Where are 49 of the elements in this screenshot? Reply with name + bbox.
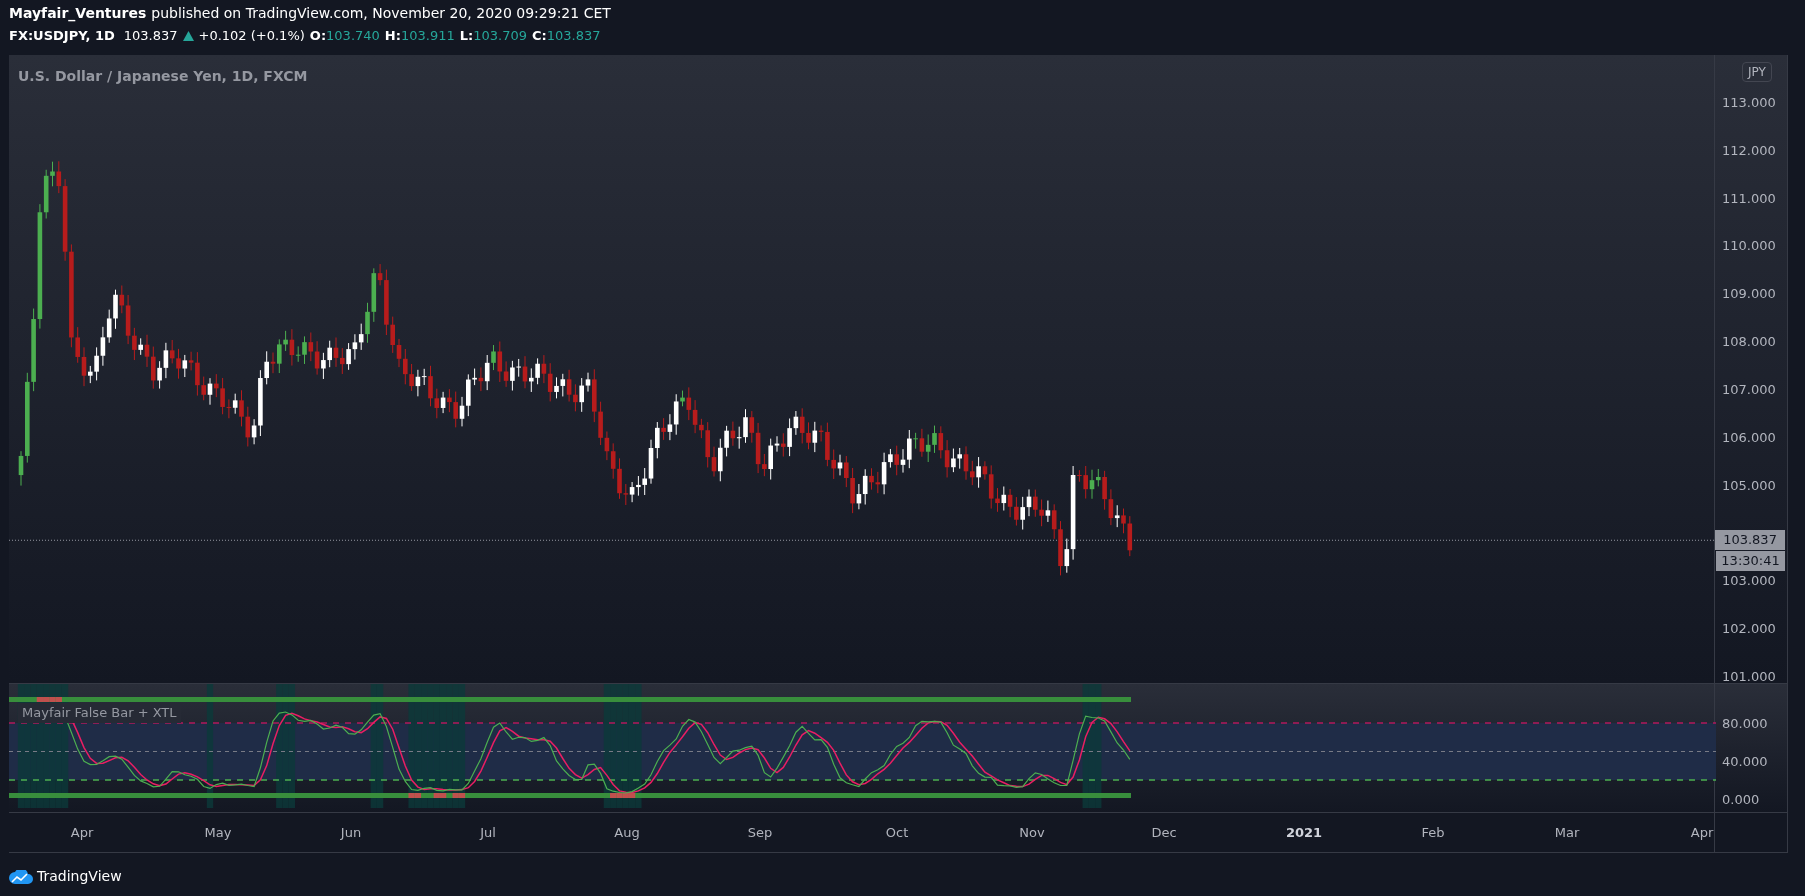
ohlc-value: 103.740 [326, 27, 380, 45]
time-label: May [204, 824, 232, 842]
time-label: Nov [1019, 824, 1045, 842]
ohlc-label: O: [309, 27, 327, 45]
ohlc-value: 103.709 [473, 27, 527, 45]
symbol-name: FX:USDJPY, 1D [9, 27, 115, 45]
cloud-logo-icon [9, 869, 33, 884]
price-tick: 103.000 [1722, 572, 1776, 591]
indicator-tick: 0.000 [1722, 791, 1760, 809]
ohlc-label: H: [384, 27, 401, 45]
price-tick: 107.000 [1722, 380, 1776, 399]
price-tick: 111.000 [1722, 189, 1776, 208]
brand-name: TradingView [37, 867, 122, 886]
time-label: Jul [480, 824, 496, 842]
price-tick: 112.000 [1722, 141, 1776, 160]
last-price: 103.837 [123, 27, 178, 45]
last-price-label: 103.837 [1715, 530, 1786, 550]
price-tick: 108.000 [1722, 333, 1776, 352]
price-tick: 106.000 [1722, 428, 1776, 447]
time-label: Apr [70, 824, 94, 842]
price-tick: 102.000 [1722, 620, 1776, 639]
ohlc-value: 103.837 [546, 27, 601, 45]
price-tick: 113.000 [1722, 94, 1776, 112]
time-label: Jun [340, 824, 362, 842]
price-tick: 110.000 [1722, 237, 1776, 256]
price-change: +0.102 (+0.1%) [198, 27, 305, 45]
ohlc-value: 103.911 [400, 27, 455, 45]
ohlc-label: C: [531, 27, 547, 45]
price-tick: 101.000 [1722, 667, 1776, 686]
time-label: Apr [1690, 824, 1714, 842]
countdown-label: 13:30:41 [1716, 551, 1786, 571]
author-name: Mayfair_Ventures [9, 4, 147, 24]
time-label: Aug [614, 824, 640, 842]
indicator-tick: 80.000 [1722, 715, 1768, 733]
price-tick: 105.000 [1722, 476, 1776, 495]
time-label: Feb [1421, 824, 1445, 842]
ohlc-label: L: [459, 27, 474, 45]
time-label: Mar [1554, 824, 1580, 842]
time-label: 2021 [1285, 824, 1323, 842]
currency-badge: JPY [1742, 62, 1772, 82]
indicator-tick: 40.000 [1722, 753, 1768, 771]
time-label: Dec [1151, 824, 1177, 842]
chart-title: U.S. Dollar / Japanese Yen, 1D, FXCM [18, 67, 308, 86]
price-tick: 109.000 [1722, 285, 1776, 304]
indicator-title: Mayfair False Bar + XTL [18, 703, 181, 723]
publish-info: published on TradingView.com, November 20, 2020 09:29:21 CET [151, 4, 611, 23]
time-label: Oct [885, 824, 909, 842]
up-triangle-icon [182, 30, 194, 41]
time-label: Sep [747, 824, 773, 842]
